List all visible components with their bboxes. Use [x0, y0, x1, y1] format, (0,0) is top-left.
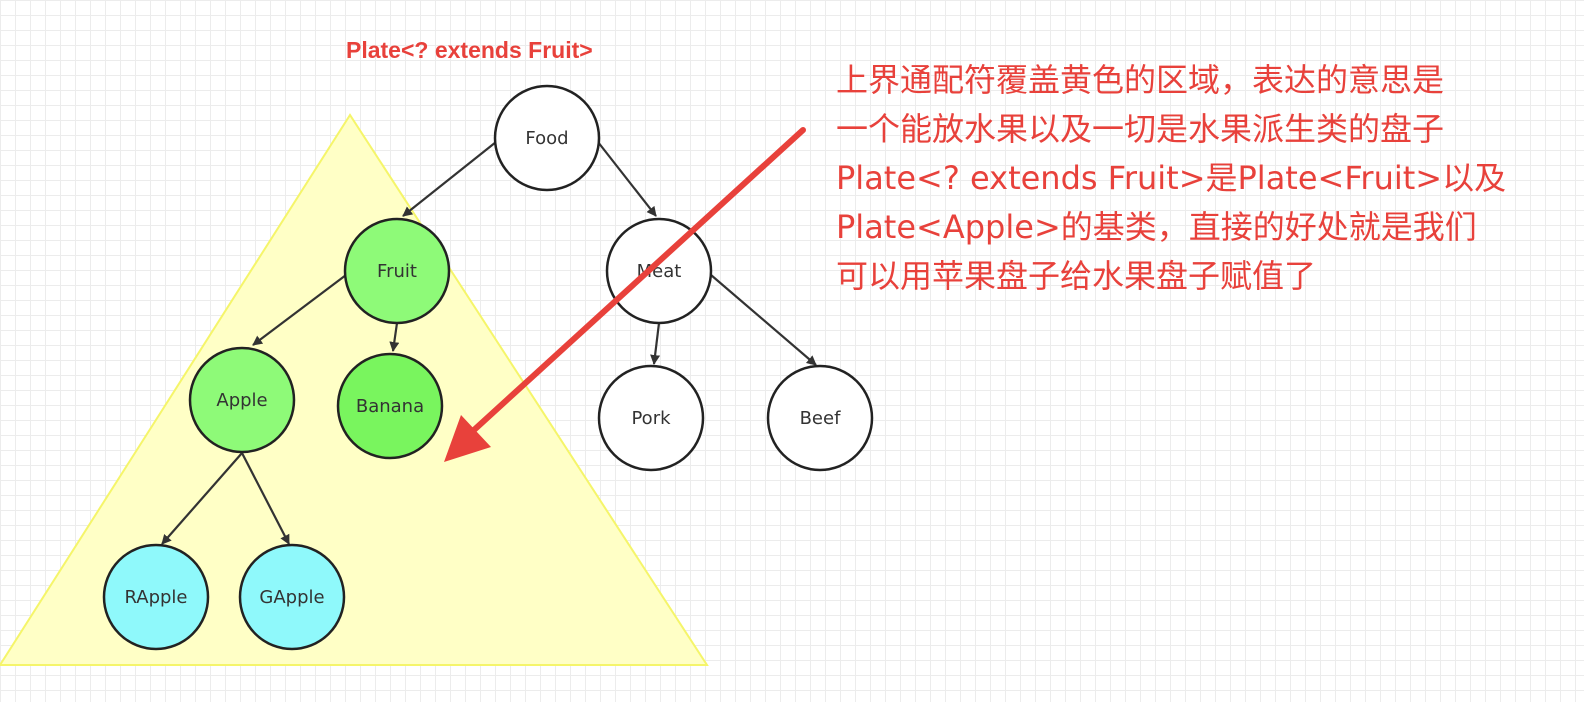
node-gapple[interactable]: GApple: [238, 543, 346, 651]
node-food[interactable]: Food: [493, 84, 601, 192]
node-apple-label: Apple: [216, 390, 267, 411]
annotation-text: 上界通配符覆盖黄色的区域，表达的意思是 一个能放水果以及一切是水果派生类的盘子 …: [836, 56, 1576, 301]
node-apple[interactable]: Apple: [188, 346, 296, 454]
node-rapple[interactable]: RApple: [102, 543, 210, 651]
annotation-line-3: Plate<? extends Fruit>是Plate<Fruit>以及: [836, 159, 1507, 197]
annotation-line-5: 可以用苹果盘子给水果盘子赋值了: [836, 257, 1317, 295]
node-gapple-label: GApple: [259, 587, 324, 608]
node-food-label: Food: [525, 128, 568, 149]
diagram-title: Plate<? extends Fruit>: [346, 37, 593, 63]
node-banana-label: Banana: [356, 396, 424, 417]
node-pork-label: Pork: [631, 408, 671, 429]
edge-food-meat: [597, 141, 657, 217]
node-beef[interactable]: Beef: [766, 364, 874, 472]
edge-meat-pork: [650, 322, 661, 365]
diagram-canvas: Plate<? extends Fruit> Food Fruit Meat A…: [0, 0, 1584, 702]
edge-food-fruit: [402, 141, 497, 217]
node-rapple-label: RApple: [124, 587, 187, 608]
annotation-line-4: Plate<Apple>的基类，直接的好处就是我们: [836, 208, 1477, 246]
node-beef-label: Beef: [800, 408, 841, 429]
annotation-line-2: 一个能放水果以及一切是水果派生类的盘子: [836, 110, 1445, 148]
node-meat[interactable]: Meat: [605, 217, 713, 325]
node-pork[interactable]: Pork: [597, 364, 705, 472]
edge-meat-beef: [710, 274, 817, 366]
annotation-line-1: 上界通配符覆盖黄色的区域，表达的意思是: [836, 61, 1445, 99]
node-fruit-label: Fruit: [377, 261, 417, 282]
node-fruit[interactable]: Fruit: [343, 217, 451, 325]
node-banana[interactable]: Banana: [336, 352, 444, 460]
